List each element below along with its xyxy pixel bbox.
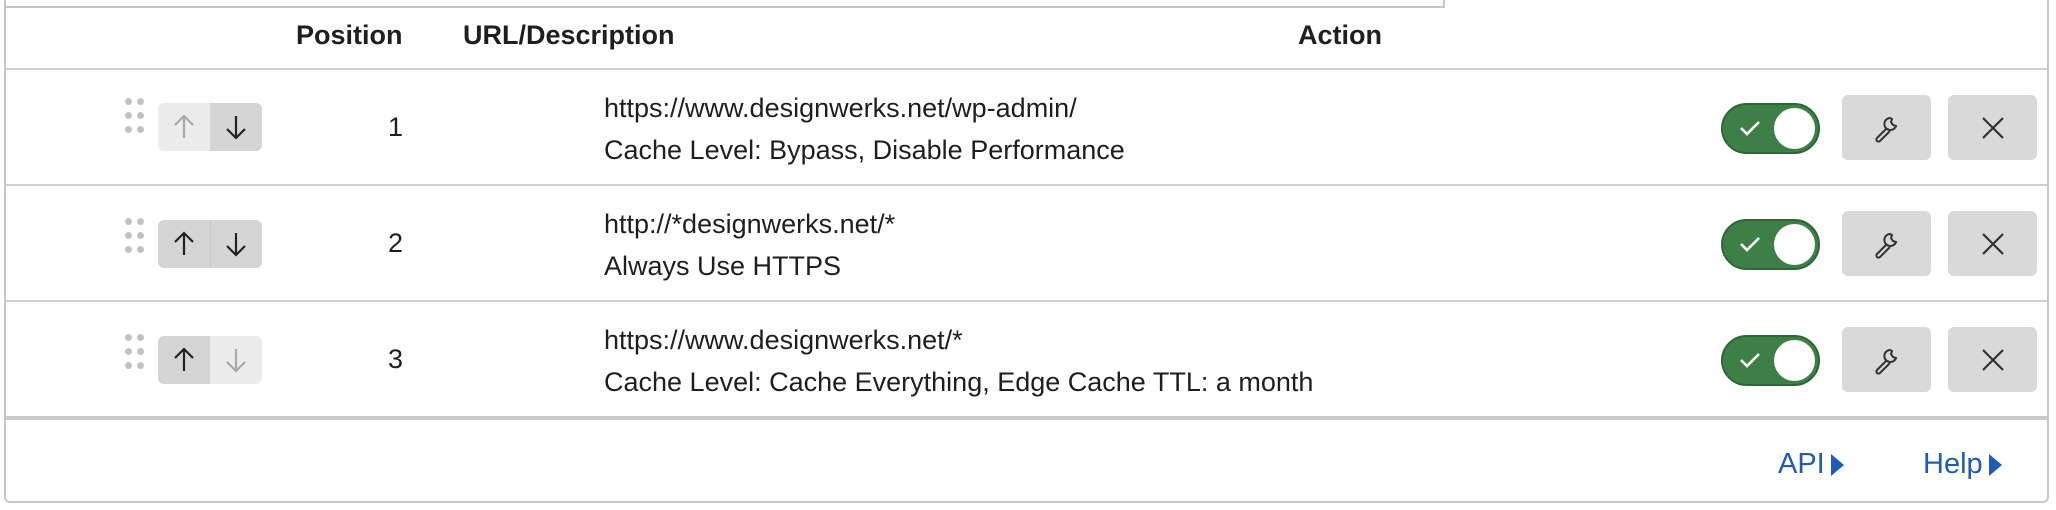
- panel-top-notch: [1443, 0, 1445, 8]
- edit-rule-button[interactable]: [1842, 95, 1931, 160]
- arrow-down-icon: [226, 233, 247, 257]
- header-url-description: URL/Description: [463, 20, 675, 50]
- rule-description: Always Use HTTPS: [604, 251, 842, 281]
- rule-description: Cache Level: Cache Everything, Edge Cach…: [604, 367, 1314, 397]
- triangle-right-icon: [1830, 453, 1844, 476]
- arrow-up-icon: [174, 347, 194, 371]
- table-footer-divider: [6, 416, 2047, 420]
- move-up-button[interactable]: [158, 336, 210, 384]
- move-down-button[interactable]: [210, 336, 262, 384]
- move-down-button[interactable]: [209, 220, 262, 268]
- drag-handle-icon[interactable]: [125, 218, 147, 266]
- toggle-knob: [1774, 340, 1815, 381]
- arrow-up-icon: [174, 114, 194, 138]
- row-position: 2: [388, 228, 404, 258]
- delete-rule-button[interactable]: [1948, 211, 2037, 276]
- wrench-icon: [1874, 232, 1897, 259]
- close-icon: [1981, 116, 2004, 139]
- table-row: 3 https://www.designwerks.net/* Cache Le…: [6, 302, 2047, 416]
- move-down-button[interactable]: [210, 103, 262, 151]
- help-link[interactable]: Help: [1923, 448, 2002, 481]
- rule-enabled-toggle[interactable]: [1721, 219, 1820, 270]
- rule-url[interactable]: https://www.designwerks.net/wp-admin/: [604, 87, 1125, 129]
- api-link[interactable]: API: [1778, 448, 1844, 481]
- edit-rule-button[interactable]: [1842, 211, 1931, 276]
- toggle-knob: [1774, 108, 1815, 149]
- delete-rule-button[interactable]: [1948, 327, 2037, 392]
- arrow-down-icon: [226, 116, 246, 140]
- close-icon: [1981, 348, 2004, 371]
- page-rules-panel: Position URL/Description Action 1 https:…: [4, 0, 2049, 503]
- rule-enabled-toggle[interactable]: [1721, 335, 1820, 386]
- move-up-button[interactable]: [158, 220, 210, 268]
- check-icon: [1740, 121, 1760, 136]
- check-icon: [1740, 237, 1760, 252]
- drag-handle-icon[interactable]: [125, 334, 147, 382]
- move-up-button[interactable]: [158, 103, 210, 151]
- reorder-buttons: [158, 336, 262, 384]
- reorder-buttons: [158, 220, 262, 268]
- header-position: Position: [296, 20, 403, 50]
- check-icon: [1740, 353, 1760, 368]
- drag-handle-icon[interactable]: [125, 98, 147, 146]
- row-position: 1: [388, 112, 404, 142]
- api-link-label: API: [1778, 448, 1825, 480]
- arrow-up-icon: [173, 231, 194, 255]
- triangle-right-icon: [1988, 453, 2002, 476]
- rule-url-block: http://*designwerks.net/* Always Use HTT…: [604, 203, 895, 287]
- toggle-knob: [1774, 224, 1815, 265]
- table-row: 2 http://*designwerks.net/* Always Use H…: [6, 186, 2047, 300]
- row-position: 3: [388, 344, 404, 374]
- rule-url-block: https://www.designwerks.net/* Cache Leve…: [604, 319, 1313, 403]
- wrench-icon: [1874, 116, 1897, 143]
- close-icon: [1981, 232, 2004, 255]
- rule-url[interactable]: https://www.designwerks.net/*: [604, 319, 1313, 361]
- rule-enabled-toggle[interactable]: [1721, 103, 1820, 154]
- panel-top-border: [6, 6, 1443, 8]
- delete-rule-button[interactable]: [1948, 95, 2037, 160]
- rule-url-block: https://www.designwerks.net/wp-admin/ Ca…: [604, 87, 1125, 171]
- wrench-icon: [1874, 348, 1897, 375]
- header-action: Action: [1298, 20, 1382, 50]
- rule-url[interactable]: http://*designwerks.net/*: [604, 203, 895, 245]
- reorder-buttons: [158, 103, 262, 151]
- rule-description: Cache Level: Bypass, Disable Performance: [604, 135, 1125, 165]
- help-link-label: Help: [1923, 448, 1983, 480]
- table-row: 1 https://www.designwerks.net/wp-admin/ …: [6, 70, 2047, 184]
- arrow-down-icon: [226, 349, 246, 373]
- edit-rule-button[interactable]: [1842, 327, 1931, 392]
